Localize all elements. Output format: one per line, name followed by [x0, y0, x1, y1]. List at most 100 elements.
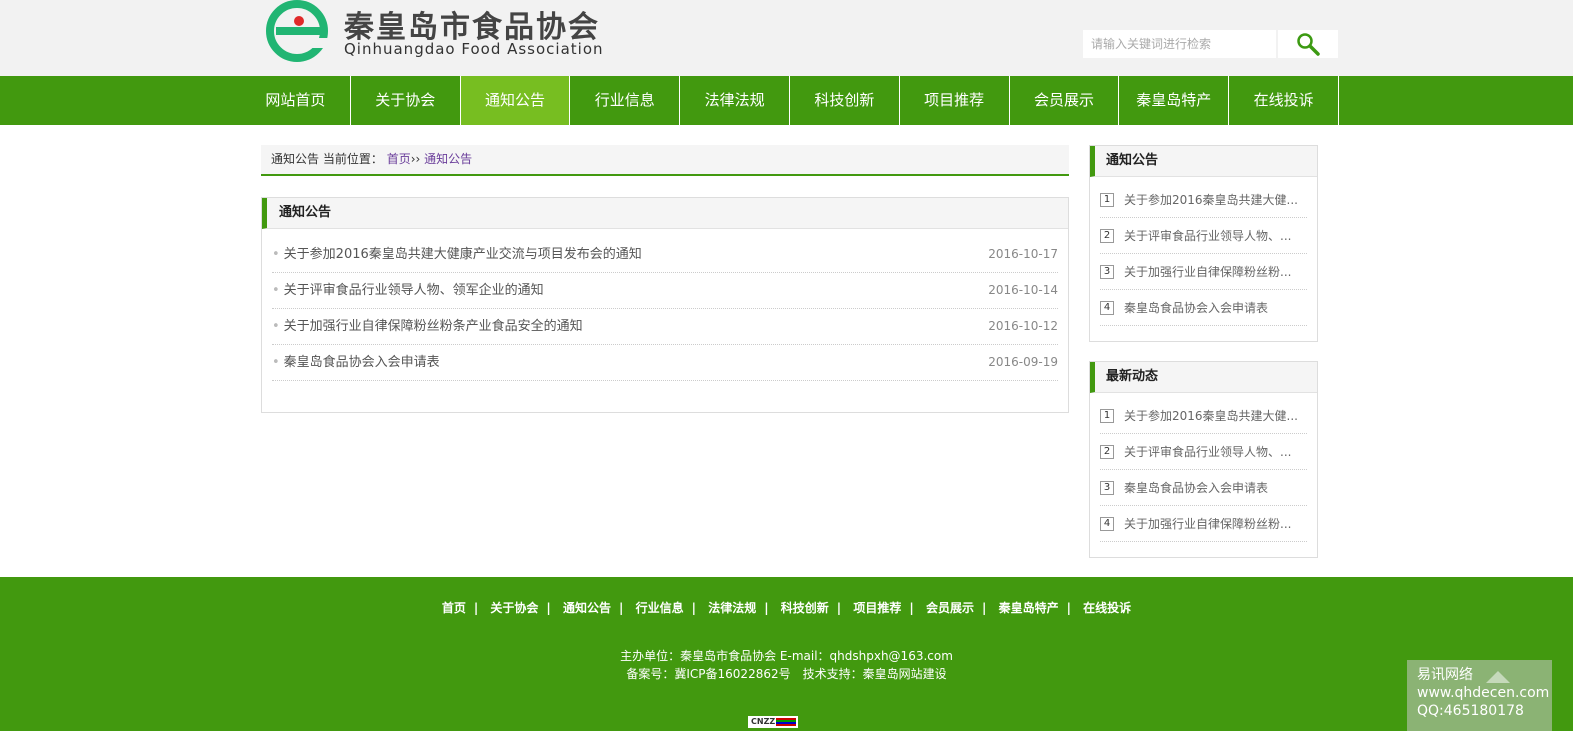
breadcrumb-current-link[interactable]: 通知公告	[424, 152, 472, 166]
footer-link-specialties[interactable]: 秦皇岛特产	[999, 601, 1059, 615]
logo-english-name: Qinhuangdao Food Association	[344, 40, 604, 58]
bullet-icon: •	[272, 247, 280, 262]
rank-number: 3	[1100, 264, 1114, 279]
list-item-title: 关于评审食品行业领导人物、领军企业的通知	[283, 283, 544, 298]
search-button[interactable]	[1278, 30, 1338, 58]
sidebar-list-item[interactable]: 2 关于评审食品行业领导人物、...	[1100, 434, 1307, 470]
sidebar-list-item[interactable]: 4 秦皇岛食品协会入会申请表	[1100, 290, 1307, 326]
sidebar-notices-title: 通知公告	[1090, 146, 1317, 177]
rank-number: 1	[1100, 408, 1114, 423]
list-item: • 关于加强行业自律保障粉丝粉条产业食品安全的通知 2016-10-12	[272, 309, 1058, 345]
sidebar-notices-panel: 通知公告 1 关于参加2016秦皇岛共建大健... 2 关于评审食品行业领导人物、.…	[1089, 145, 1318, 342]
sidebar-list-item[interactable]: 1 关于参加2016秦皇岛共建大健...	[1100, 398, 1307, 434]
sidebar-list-item[interactable]: 4 关于加强行业自律保障粉丝粉...	[1100, 506, 1307, 542]
sidebar-item-title: 关于评审食品行业领导人物、...	[1124, 444, 1292, 459]
footer-separator: |	[764, 601, 769, 615]
footer-separator: |	[836, 601, 842, 615]
footer-separator: |	[619, 601, 624, 615]
sidebar-list-item[interactable]: 1 关于参加2016秦皇岛共建大健...	[1100, 182, 1307, 218]
sidebar-item-title: 关于参加2016秦皇岛共建大健...	[1124, 192, 1298, 207]
floating-contact-box[interactable]: 易讯网络 www.qhdecen.com QQ:465180178	[1407, 660, 1552, 731]
list-item-title: 秦皇岛食品协会入会申请表	[283, 355, 440, 370]
notice-list-panel: 通知公告 • 关于参加2016秦皇岛共建大健康产业交流与项目发布会的通知 2016…	[261, 197, 1069, 413]
nav-item-complaints[interactable]: 在线投诉	[1229, 76, 1339, 125]
sidebar-news-list: 1 关于参加2016秦皇岛共建大健... 2 关于评审食品行业领导人物、... 3秦…	[1090, 393, 1317, 542]
back-to-top-icon[interactable]	[1486, 671, 1510, 683]
list-item-link[interactable]: • 关于参加2016秦皇岛共建大健康产业交流与项目发布会的通知	[272, 237, 642, 272]
footer-link-home[interactable]: 首页	[442, 601, 466, 615]
footer-nav: 首页 | 关于协会 | 通知公告 | 行业信息 | 法律法规 | 科技创新 | 项目推荐 | …	[0, 599, 1573, 616]
rank-number: 4	[1100, 300, 1114, 315]
list-item: • 秦皇岛食品协会入会申请表 2016-09-19	[272, 345, 1058, 381]
rank-number: 2	[1100, 228, 1114, 243]
breadcrumb-separator: ››	[410, 152, 421, 166]
list-item-date: 2016-10-12	[988, 319, 1058, 333]
rank-number: 2	[1100, 444, 1114, 459]
float-website: www.qhdecen.com	[1417, 685, 1550, 701]
list-item: • 关于参加2016秦皇岛共建大健康产业交流与项目发布会的通知 2016-10-1…	[272, 237, 1058, 273]
footer-info: 主办单位：秦皇岛市食品协会 E-mail：qhdshpxh@163.com 备案…	[0, 647, 1573, 683]
footer-link-about[interactable]: 关于协会	[490, 601, 538, 615]
sidebar-item-title: 关于评审食品行业领导人物、...	[1124, 228, 1292, 243]
sidebar-list-item[interactable]: 3 关于加强行业自律保障粉丝粉...	[1100, 254, 1307, 290]
search-input[interactable]	[1083, 30, 1276, 58]
footer-organizer-line: 主办单位：秦皇岛市食品协会 E-mail：qhdshpxh@163.com	[620, 649, 953, 663]
footer-link-innovation[interactable]: 科技创新	[781, 601, 829, 615]
breadcrumb-home-link[interactable]: 首页	[387, 152, 411, 166]
bullet-icon: •	[272, 355, 280, 370]
list-item-link[interactable]: • 关于加强行业自律保障粉丝粉条产业食品安全的通知	[272, 309, 583, 344]
nav-item-members[interactable]: 会员展示	[1010, 76, 1120, 125]
sidebar-list-item[interactable]: 3 秦皇岛食品协会入会申请表	[1100, 470, 1307, 506]
footer-link-members[interactable]: 会员展示	[926, 601, 974, 615]
footer-link-notices[interactable]: 通知公告	[563, 601, 611, 615]
sidebar-list-item[interactable]: 2 关于评审食品行业领导人物、...	[1100, 218, 1307, 254]
sidebar-news-panel: 最新动态 1 关于参加2016秦皇岛共建大健... 2 关于评审食品行业领导人物、.…	[1089, 361, 1318, 558]
breadcrumb: 通知公告 当前位置： 首页›› 通知公告	[261, 145, 1069, 176]
search-icon	[1297, 33, 1320, 56]
list-item-link[interactable]: • 关于评审食品行业领导人物、领军企业的通知	[272, 273, 544, 308]
bullet-icon: •	[272, 319, 280, 334]
footer-link-projects[interactable]: 项目推荐	[853, 601, 901, 615]
main-nav-items: 网站首页 关于协会 通知公告 行业信息 法律法规 科技创新 项目推荐 会员展示 …	[241, 76, 1339, 125]
footer-link-industry-info[interactable]: 行业信息	[636, 601, 684, 615]
bullet-icon: •	[272, 283, 280, 298]
cnzz-logo-icon	[776, 718, 796, 726]
list-item-title: 关于加强行业自律保障粉丝粉条产业食品安全的通知	[283, 319, 583, 334]
nav-item-home[interactable]: 网站首页	[241, 76, 351, 125]
footer-link-laws[interactable]: 法律法规	[708, 601, 756, 615]
nav-item-laws[interactable]: 法律法规	[680, 76, 790, 125]
footer-separator: |	[546, 601, 551, 615]
breadcrumb-section: 通知公告	[271, 152, 320, 166]
site-header: 秦皇岛市食品协会 Qinhuangdao Food Association	[0, 0, 1573, 76]
rank-number: 4	[1100, 516, 1114, 531]
sidebar-item-title: 秦皇岛食品协会入会申请表	[1124, 480, 1269, 495]
main-nav: 网站首页 关于协会 通知公告 行业信息 法律法规 科技创新 项目推荐 会员展示 …	[0, 76, 1573, 125]
list-item-date: 2016-10-17	[988, 247, 1058, 261]
list-item-title: 关于参加2016秦皇岛共建大健康产业交流与项目发布会的通知	[283, 247, 642, 262]
nav-item-innovation[interactable]: 科技创新	[790, 76, 900, 125]
footer-icp-line: 备案号：冀ICP备16022862号 技术支持：秦皇岛网站建设	[626, 667, 947, 681]
nav-item-specialties[interactable]: 秦皇岛特产	[1119, 76, 1230, 125]
sidebar-item-title: 关于加强行业自律保障粉丝粉...	[1124, 264, 1292, 279]
nav-item-notices[interactable]: 通知公告	[460, 76, 571, 125]
footer-link-complaints[interactable]: 在线投诉	[1083, 601, 1131, 615]
nav-item-industry-info[interactable]: 行业信息	[570, 76, 681, 125]
logo-emblem-icon	[266, 0, 332, 62]
footer-separator: |	[981, 601, 987, 615]
breadcrumb-prefix: 当前位置：	[322, 152, 383, 166]
site-logo[interactable]: 秦皇岛市食品协会 Qinhuangdao Food Association	[266, 0, 626, 66]
footer-separator: |	[691, 601, 696, 615]
float-qq: QQ:465180178	[1417, 703, 1524, 719]
sidebar-item-title: 关于加强行业自律保障粉丝粉...	[1124, 516, 1292, 531]
sidebar-item-title: 秦皇岛食品协会入会申请表	[1124, 300, 1269, 315]
notice-list: • 关于参加2016秦皇岛共建大健康产业交流与项目发布会的通知 2016-10-1…	[262, 229, 1068, 381]
list-item-date: 2016-10-14	[988, 283, 1058, 297]
nav-item-about[interactable]: 关于协会	[351, 76, 461, 125]
footer-separator: |	[909, 601, 914, 615]
footer-separator: |	[473, 601, 479, 615]
nav-item-projects[interactable]: 项目推荐	[900, 76, 1010, 125]
list-item: • 关于评审食品行业领导人物、领军企业的通知 2016-10-14	[272, 273, 1058, 309]
float-company-name: 易讯网络	[1417, 667, 1473, 683]
rank-number: 3	[1100, 480, 1114, 495]
list-item-link[interactable]: • 秦皇岛食品协会入会申请表	[272, 345, 440, 380]
